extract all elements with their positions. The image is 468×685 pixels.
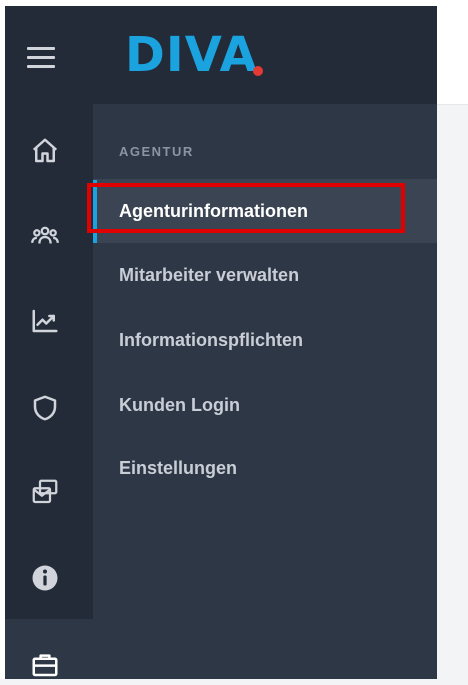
submenu-section-header: AGENTUR <box>119 144 194 159</box>
logo-text: DIVA <box>125 27 258 83</box>
info-icon <box>32 565 58 591</box>
rail-item-agency-icon-wrap <box>25 645 65 685</box>
submenu-item-label: Agenturinformationen <box>119 200 308 221</box>
submenu-item-mitarbeiter-verwalten[interactable]: Mitarbeiter verwalten <box>93 243 437 307</box>
submenu-item-label: Kunden Login <box>119 394 240 415</box>
submenu-item-agenturinformationen[interactable]: Agenturinformationen <box>93 179 437 243</box>
messages-icon <box>32 479 58 504</box>
header-content-area <box>437 6 468 105</box>
rail-item-statistics[interactable] <box>25 301 65 341</box>
submenu-item-label: Mitarbeiter verwalten <box>119 264 300 285</box>
main-content-area <box>437 105 468 679</box>
submenu-item-einstellungen[interactable]: Einstellungen <box>93 436 437 500</box>
rail-item-users[interactable] <box>25 216 65 256</box>
rail-item-info[interactable] <box>25 558 65 598</box>
icon-rail <box>5 104 93 619</box>
app-logo[interactable]: DIVA <box>125 27 258 83</box>
rail-item-agency[interactable] <box>5 619 93 679</box>
submenu-item-informationspflichten[interactable]: Informationspflichten <box>93 308 437 372</box>
submenu-item-kunden-login[interactable]: Kunden Login <box>93 373 437 437</box>
rail-item-insurance[interactable] <box>25 388 65 428</box>
shield-icon <box>33 395 57 421</box>
rail-item-home[interactable] <box>25 131 65 171</box>
home-icon <box>32 138 58 163</box>
submenu-item-label: Einstellungen <box>119 457 238 478</box>
briefcase-icon <box>32 654 58 677</box>
hamburger-menu-icon[interactable] <box>27 47 55 69</box>
rail-item-messages[interactable] <box>25 472 65 512</box>
chart-line-icon <box>32 309 58 333</box>
submenu-item-label: Informationspflichten <box>119 329 303 350</box>
active-indicator <box>93 180 97 243</box>
logo-dot <box>253 66 263 76</box>
users-icon <box>31 226 59 244</box>
top-bar: DIVA <box>5 6 437 104</box>
